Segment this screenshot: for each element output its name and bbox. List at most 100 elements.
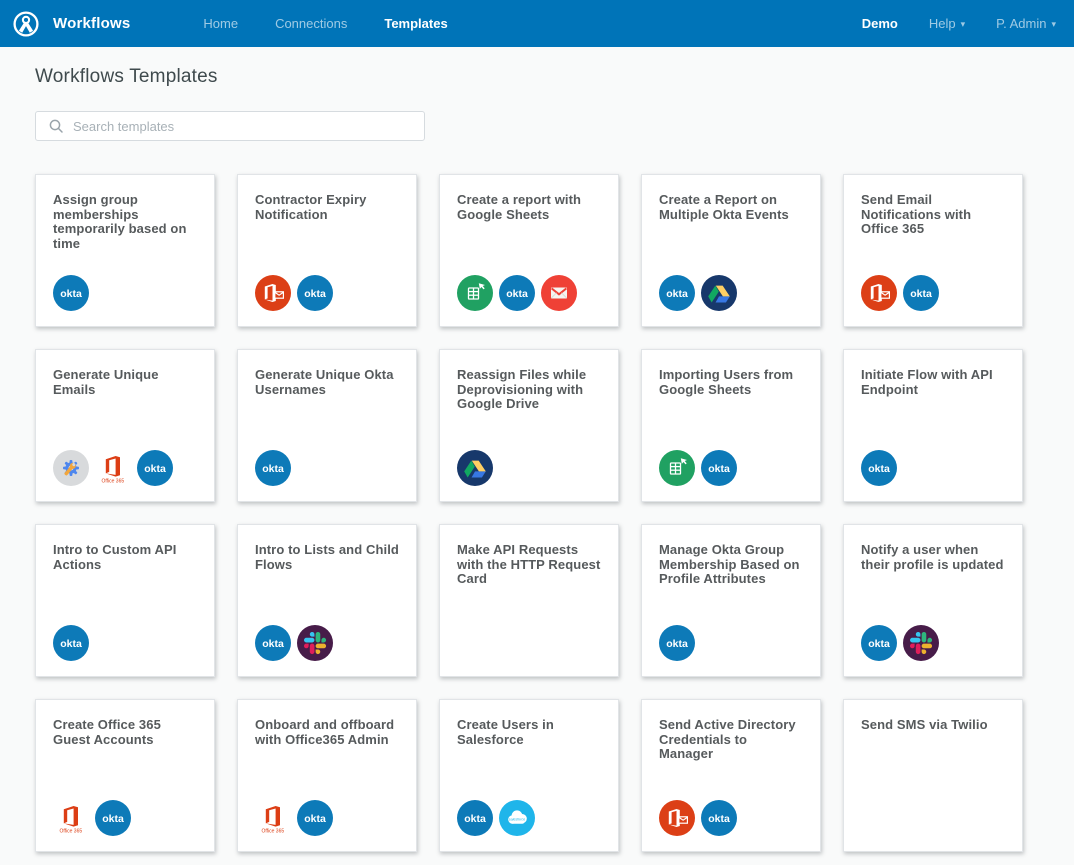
template-grid: Assign group memberships temporarily bas… <box>35 174 1039 852</box>
okta-icon: okta <box>457 800 493 836</box>
card-icons: okta <box>255 450 291 486</box>
card-title: Generate Unique Okta Usernames <box>255 368 400 397</box>
svg-text:okta: okta <box>304 288 326 300</box>
card-icons: okta <box>659 800 737 836</box>
card-title: Notify a user when their profile is upda… <box>861 543 1006 572</box>
card-title: Initiate Flow with API Endpoint <box>861 368 1006 397</box>
template-card[interactable]: Initiate Flow with API Endpoint okta <box>843 349 1023 502</box>
nav-item-p-admin[interactable]: P. Admin▾ <box>996 16 1056 31</box>
template-card[interactable]: Create a Report on Multiple Okta Events … <box>641 174 821 327</box>
office365-mail-icon <box>861 275 897 311</box>
template-card[interactable]: Contractor Expiry Notification okta <box>237 174 417 327</box>
template-card[interactable]: Intro to Custom API Actions okta <box>35 524 215 677</box>
svg-text:okta: okta <box>60 288 82 300</box>
svg-text:okta: okta <box>506 288 528 300</box>
template-card[interactable]: Create Users in Salesforce oktasalesforc… <box>439 699 619 852</box>
okta-icon: okta <box>659 625 695 661</box>
nav-link-templates[interactable]: Templates <box>384 16 447 31</box>
template-card[interactable]: Intro to Lists and Child Flows okta <box>237 524 417 677</box>
brand: Workflows <box>12 10 130 38</box>
card-icons <box>457 450 493 486</box>
salesforce-icon: salesforce <box>499 800 535 836</box>
svg-text:okta: okta <box>262 463 284 475</box>
search-box <box>35 111 425 141</box>
office365-mail-icon <box>255 275 291 311</box>
template-card[interactable]: Importing Users from Google Sheets okta <box>641 349 821 502</box>
template-card[interactable]: Create a report with Google Sheets okta <box>439 174 619 327</box>
template-card[interactable]: Create Office 365 Guest Accounts Office … <box>35 699 215 852</box>
template-card[interactable]: Send Active Directory Credentials to Man… <box>641 699 821 852</box>
svg-text:okta: okta <box>666 288 688 300</box>
svg-text:okta: okta <box>666 638 688 650</box>
okta-icon: okta <box>255 625 291 661</box>
card-title: Create a Report on Multiple Okta Events <box>659 193 804 222</box>
template-card[interactable]: Onboard and offboard with Office365 Admi… <box>237 699 417 852</box>
card-icons: okta <box>861 625 939 661</box>
nav-item-demo[interactable]: Demo <box>862 16 898 31</box>
okta-icon: okta <box>861 450 897 486</box>
card-icons: okta <box>53 275 89 311</box>
card-title: Intro to Custom API Actions <box>53 543 198 572</box>
card-icons: okta <box>255 625 333 661</box>
svg-text:okta: okta <box>910 288 932 300</box>
okta-icon: okta <box>659 275 695 311</box>
card-icons: okta <box>659 450 737 486</box>
chevron-down-icon: ▾ <box>1051 19 1056 30</box>
main-content: Workflows Templates Assign group members… <box>0 47 1074 852</box>
template-card[interactable]: Send SMS via Twilio <box>843 699 1023 852</box>
svg-text:Office 365: Office 365 <box>261 829 284 835</box>
template-card[interactable]: Notify a user when their profile is upda… <box>843 524 1023 677</box>
nav-link-home[interactable]: Home <box>203 16 238 31</box>
card-title: Importing Users from Google Sheets <box>659 368 804 397</box>
card-title: Reassign Files while Deprovisioning with… <box>457 368 602 412</box>
svg-text:okta: okta <box>708 463 730 475</box>
search-input[interactable] <box>73 119 414 134</box>
template-card[interactable]: Assign group memberships temporarily bas… <box>35 174 215 327</box>
card-title: Create Office 365 Guest Accounts <box>53 718 198 747</box>
google-sheets-icon <box>659 450 695 486</box>
card-icons: okta salesforce <box>457 800 535 836</box>
card-title: Send Active Directory Credentials to Man… <box>659 718 804 762</box>
office365-mail-icon <box>659 800 695 836</box>
office365-logo-icon: Office 365 <box>53 800 89 836</box>
template-card[interactable]: Make API Requests with the HTTP Request … <box>439 524 619 677</box>
svg-text:salesforce: salesforce <box>509 818 525 822</box>
okta-icon: okta <box>499 275 535 311</box>
svg-text:okta: okta <box>464 813 486 825</box>
okta-icon: okta <box>137 450 173 486</box>
search-icon <box>48 118 64 134</box>
slack-icon <box>297 625 333 661</box>
page-title: Workflows Templates <box>35 66 1039 88</box>
nav-item-help[interactable]: Help▾ <box>929 16 965 31</box>
nav-link-connections[interactable]: Connections <box>275 16 347 31</box>
card-title: Intro to Lists and Child Flows <box>255 543 400 572</box>
svg-text:okta: okta <box>304 813 326 825</box>
gmail-icon <box>541 275 577 311</box>
svg-text:Office 365: Office 365 <box>101 479 124 485</box>
card-icons: Office 365 okta <box>53 450 173 486</box>
template-card[interactable]: Reassign Files while Deprovisioning with… <box>439 349 619 502</box>
navbar: Workflows Home Connections Templates Demo H… <box>0 0 1074 47</box>
svg-text:okta: okta <box>868 463 890 475</box>
card-icons: okta <box>861 450 897 486</box>
svg-text:okta: okta <box>868 638 890 650</box>
google-admin-icon <box>53 450 89 486</box>
okta-icon: okta <box>297 800 333 836</box>
template-card[interactable]: Generate Unique Okta Usernames okta <box>237 349 417 502</box>
template-card[interactable]: Manage Okta Group Membership Based on Pr… <box>641 524 821 677</box>
office365-logo-icon: Office 365 <box>255 800 291 836</box>
okta-icon: okta <box>297 275 333 311</box>
card-icons: okta <box>53 625 89 661</box>
template-card[interactable]: Send Email Notifications with Office 365… <box>843 174 1023 327</box>
card-icons: okta <box>255 275 333 311</box>
workflows-logo-icon <box>12 10 40 38</box>
card-icons: Office 365 okta <box>255 800 333 836</box>
brand-name: Workflows <box>53 15 130 32</box>
chevron-down-icon: ▾ <box>961 19 966 30</box>
card-icons: Office 365okta <box>53 800 131 836</box>
template-card[interactable]: Generate Unique Emails Office 365okta <box>35 349 215 502</box>
card-icons: okta <box>659 625 695 661</box>
svg-text:okta: okta <box>708 813 730 825</box>
card-title: Manage Okta Group Membership Based on Pr… <box>659 543 804 587</box>
svg-text:Office 365: Office 365 <box>59 829 82 835</box>
